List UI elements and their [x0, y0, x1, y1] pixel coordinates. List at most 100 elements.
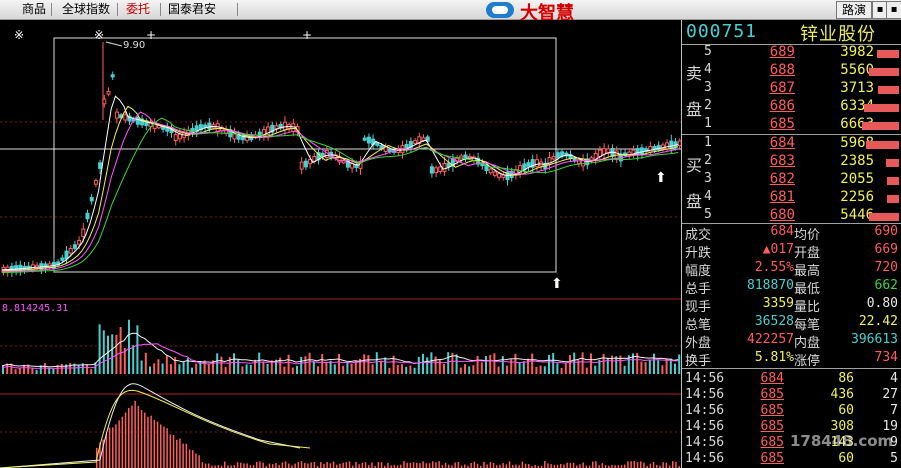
tick-row[interactable]: 14:56 685 60 7 — [682, 403, 901, 418]
window-control-button[interactable]: ▪ — [886, 1, 901, 19]
chart-area[interactable]: 9.90 8.814245.31 ※ ※ + + ⬆ ⬆ — [0, 20, 681, 468]
volume-bar — [661, 365, 664, 374]
volume-bar — [35, 369, 38, 374]
event-marker[interactable]: ※ — [14, 28, 24, 42]
buy-row-4[interactable]: 4 681 2256 — [704, 189, 901, 207]
indicator-bar — [268, 463, 271, 468]
indicator-bar — [483, 461, 485, 468]
buy-row-3[interactable]: 3 682 2055 — [704, 171, 901, 189]
sell-row-5[interactable]: 5 689 3982 — [704, 44, 901, 62]
tick-row[interactable]: 14:56 685 436 27 — [682, 387, 901, 402]
level-number: 5 — [704, 207, 712, 222]
watermark-text: 178448.com — [790, 432, 894, 450]
volume-bar — [144, 352, 147, 374]
indicator-bar — [313, 462, 316, 468]
event-marker[interactable]: ※ — [94, 28, 104, 42]
sell-row-3[interactable]: 3 687 3713 — [704, 80, 901, 98]
volume-bar — [90, 369, 93, 374]
order-price[interactable]: 683 — [740, 153, 795, 169]
order-volume: 5560 — [840, 62, 874, 78]
tick-time: 14:56 — [685, 419, 725, 434]
candle-body — [602, 148, 607, 155]
volume-bar — [535, 366, 538, 374]
indicator-bar — [160, 424, 162, 468]
order-price[interactable]: 687 — [740, 80, 795, 96]
order-price[interactable]: 685 — [740, 116, 795, 132]
indicator-bar — [243, 463, 245, 468]
stat-row: 幅度 2.55% 最高 720 — [682, 260, 901, 279]
volume-bar — [480, 362, 483, 374]
tick-row[interactable]: 14:56 684 86 4 — [682, 371, 901, 386]
sell-row-1[interactable]: 1 685 6663 — [704, 116, 901, 134]
indicator-bar — [601, 463, 604, 468]
volume-bar — [497, 366, 500, 374]
sell-row-4[interactable]: 4 688 5560 — [704, 62, 901, 80]
volume-bar — [417, 356, 420, 374]
volume-bar — [543, 366, 546, 374]
order-price[interactable]: 689 — [740, 44, 795, 60]
menu-item-broker[interactable]: 国泰君安 — [166, 0, 218, 19]
indicator-bar — [572, 462, 575, 468]
menu-divider — [51, 3, 52, 16]
volume-bar — [291, 367, 294, 374]
indicator-bar — [505, 464, 508, 468]
kline-chart[interactable] — [0, 20, 681, 468]
volume-bar — [317, 366, 319, 374]
buy-row-2[interactable]: 2 683 2385 — [704, 153, 901, 171]
candle-body — [291, 123, 296, 133]
indicator-bar — [377, 462, 380, 468]
volume-bar — [325, 361, 328, 374]
tick-row[interactable]: 14:56 685 60 5 — [682, 451, 901, 466]
buy-row-1[interactable]: 1 684 5968 — [704, 135, 901, 153]
menu-item-global-index[interactable]: 全球指数 — [60, 0, 112, 19]
candle-body — [526, 162, 531, 168]
volume-bar — [220, 356, 223, 374]
order-volume: 3982 — [840, 44, 874, 60]
level-number: 1 — [704, 116, 712, 131]
indicator-bar — [124, 412, 127, 468]
indicator-bar — [358, 464, 360, 468]
volume-bar — [207, 363, 210, 374]
order-price[interactable]: 681 — [740, 189, 795, 205]
roadshow-button[interactable]: 路演 — [836, 1, 872, 19]
candle-body — [429, 166, 434, 174]
order-volume: 5968 — [840, 135, 874, 151]
tick-time: 14:56 — [685, 387, 725, 402]
event-marker[interactable]: + — [146, 28, 156, 42]
order-price[interactable]: 680 — [740, 207, 795, 223]
indicator-bar — [547, 463, 549, 468]
volume-bar — [864, 104, 899, 112]
volume-bar — [170, 364, 172, 374]
indicator-bar — [182, 443, 184, 468]
sell-row-2[interactable]: 2 686 6334 — [704, 98, 901, 116]
indicator-bar — [339, 463, 341, 468]
menu-item-entrust[interactable]: 委托 — [124, 0, 152, 19]
indicator-bar — [361, 462, 364, 468]
candle-body — [375, 142, 380, 146]
indicator-bar — [435, 462, 437, 468]
indicator-bar — [304, 462, 306, 468]
menu-item-goods[interactable]: 商品 — [20, 0, 48, 19]
volume-bar — [128, 319, 130, 374]
indicator-bar — [633, 461, 636, 468]
stat-key: 每笔 — [794, 318, 821, 333]
indicator-bar — [640, 461, 642, 468]
volume-bar — [388, 367, 391, 374]
volume-bar — [648, 359, 651, 374]
indicator-bar — [524, 463, 527, 468]
indicator-bar — [256, 462, 258, 468]
order-price[interactable]: 684 — [740, 135, 795, 151]
order-price[interactable]: 686 — [740, 98, 795, 114]
order-price[interactable]: 688 — [740, 62, 795, 78]
indicator-bar — [406, 462, 408, 468]
order-price[interactable]: 682 — [740, 171, 795, 187]
indicator-bar — [364, 462, 367, 468]
order-volume: 5446 — [840, 207, 874, 223]
stock-code[interactable]: 000751 — [686, 21, 757, 42]
indicator-bar — [240, 462, 242, 468]
indicator-bar — [630, 461, 632, 468]
event-marker[interactable]: + — [302, 28, 312, 42]
tick-count: 5 — [890, 451, 898, 466]
candle-body — [492, 171, 497, 176]
volume-bar — [665, 358, 668, 374]
